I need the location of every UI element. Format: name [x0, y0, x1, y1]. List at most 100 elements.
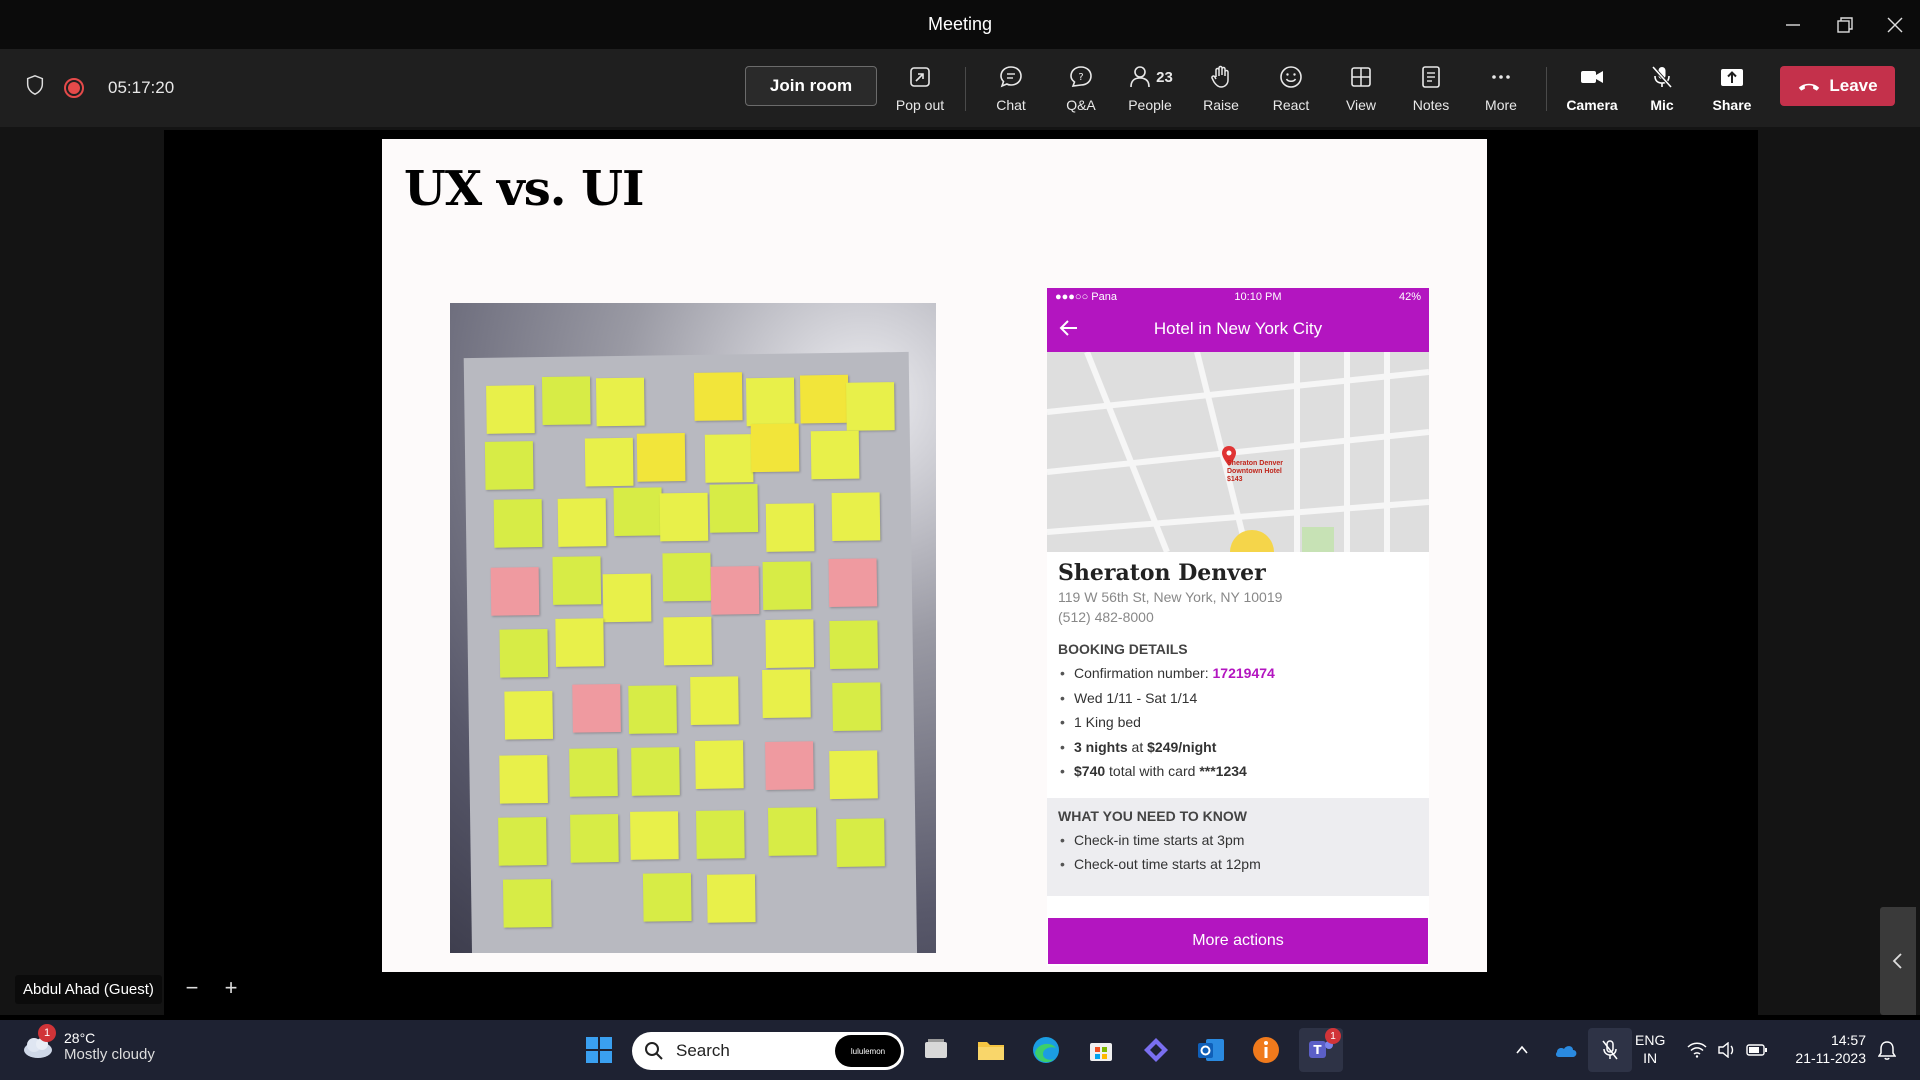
confirmation-label: Confirmation number:	[1074, 665, 1213, 681]
recording-icon	[64, 77, 84, 98]
join-room-button[interactable]: Join room	[745, 66, 877, 106]
copilot-app[interactable]	[1134, 1028, 1178, 1072]
phone-header: Hotel in New York City	[1047, 306, 1429, 352]
qa-button[interactable]: ? Q&A	[1048, 61, 1114, 117]
store-icon	[1090, 1043, 1112, 1061]
outlook-app[interactable]	[1189, 1028, 1233, 1072]
taskbar-search[interactable]: Search lululemon	[632, 1032, 904, 1070]
shared-screen: UX vs. UI ●●●○○ Pana 10:10 PM 42% Hotel …	[164, 130, 1758, 1015]
sticky-note	[765, 619, 815, 668]
sticky-note	[762, 561, 812, 610]
more-actions-button[interactable]: More actions	[1048, 918, 1428, 964]
weather-widget[interactable]: 1 28°C Mostly cloudy	[20, 1024, 155, 1064]
camera-button[interactable]: Camera	[1559, 61, 1625, 117]
svg-text:?: ?	[1078, 72, 1083, 83]
task-view-app[interactable]	[914, 1028, 958, 1072]
restore-icon	[1837, 17, 1853, 33]
sticky-note	[499, 628, 549, 678]
system-clock[interactable]: 14:57 21-11-2023	[1786, 1031, 1866, 1067]
share-label: Share	[1712, 97, 1752, 113]
people-button[interactable]: 23 People	[1117, 61, 1183, 117]
battery-icon	[1742, 1028, 1772, 1072]
sticky-note	[829, 750, 878, 800]
quick-settings[interactable]	[1682, 1028, 1772, 1072]
taskbar: 1 28°C Mostly cloudy Search lululemon T …	[0, 1020, 1920, 1080]
sticky-note	[569, 748, 618, 797]
raise-hand-icon	[1211, 65, 1229, 88]
back-arrow-icon	[1059, 320, 1077, 336]
onedrive-button[interactable]	[1544, 1028, 1588, 1072]
info-icon	[1253, 1037, 1279, 1063]
sticky-note	[499, 755, 548, 804]
hotel-phone: (512) 482-8000	[1058, 609, 1154, 625]
sticky-note	[504, 690, 554, 740]
raise-label: Raise	[1203, 97, 1239, 113]
restore-button[interactable]	[1822, 10, 1868, 40]
phone-status-bar: ●●●○○ Pana 10:10 PM 42%	[1047, 288, 1429, 306]
sticky-notes-photo	[450, 303, 936, 953]
need-to-know-section: WHAT YOU NEED TO KNOW Check-in time star…	[1047, 797, 1429, 896]
phone-carrier: ●●●○○ Pana	[1055, 291, 1117, 303]
shield-icon[interactable]	[24, 74, 46, 101]
sticky-note	[828, 558, 878, 608]
file-explorer-app[interactable]	[969, 1028, 1013, 1072]
store-app[interactable]	[1079, 1028, 1123, 1072]
show-hidden-icons-button[interactable]	[1500, 1028, 1544, 1072]
edge-app[interactable]	[1024, 1028, 1068, 1072]
share-button[interactable]: Share	[1699, 61, 1765, 117]
raise-hand-button[interactable]: Raise	[1188, 61, 1254, 117]
search-brand-logo: lululemon	[835, 1035, 901, 1067]
sticky-note	[836, 818, 885, 867]
close-window-button[interactable]	[1872, 10, 1918, 40]
camera-label: Camera	[1566, 97, 1618, 113]
leave-button[interactable]: Leave	[1780, 66, 1895, 106]
sticky-note	[799, 374, 849, 424]
more-button[interactable]: More	[1468, 61, 1534, 117]
clock-date: 21-11-2023	[1795, 1050, 1866, 1066]
meeting-stage: UX vs. UI ●●●○○ Pana 10:10 PM 42% Hotel …	[0, 127, 1920, 1015]
people-label: People	[1128, 97, 1172, 113]
info-app[interactable]	[1244, 1028, 1288, 1072]
mic-button[interactable]: Mic	[1629, 61, 1695, 117]
sticky-note	[570, 814, 619, 863]
list-item: Confirmation number: 17219474	[1058, 661, 1418, 686]
weather-condition: Mostly cloudy	[64, 1045, 155, 1063]
expand-panel-button[interactable]	[1880, 907, 1916, 1015]
sticky-note	[493, 499, 543, 548]
input-language[interactable]: ENG IN	[1635, 1031, 1665, 1067]
notes-label: Notes	[1412, 97, 1450, 113]
start-button[interactable]	[577, 1028, 621, 1072]
sticky-note	[552, 556, 602, 605]
pop-out-button[interactable]: Pop out	[887, 61, 953, 117]
hang-up-icon	[1799, 83, 1820, 91]
chevron-left-icon	[1892, 953, 1902, 969]
windows-icon	[586, 1037, 612, 1063]
chat-icon	[1000, 66, 1022, 88]
window-title: Meeting	[927, 14, 993, 34]
notes-button[interactable]: Notes	[1398, 61, 1464, 117]
list-item: Check-in time starts at 3pm	[1058, 828, 1418, 853]
list-item: 3 nights at $249/night	[1058, 735, 1418, 760]
teams-app[interactable]: T 1	[1299, 1028, 1343, 1072]
booking-details: Sheraton Denver 119 W 56th St, New York,…	[1047, 552, 1429, 784]
view-button[interactable]: View	[1328, 61, 1394, 117]
phone-battery: 42%	[1398, 291, 1421, 303]
mic-status-button[interactable]	[1588, 1028, 1632, 1072]
react-button[interactable]: React	[1258, 61, 1324, 117]
sticky-note	[663, 616, 712, 666]
meeting-status: 05:17:20	[24, 74, 174, 101]
sticky-note	[832, 682, 881, 732]
sticky-note	[659, 492, 709, 542]
minimize-button[interactable]	[1770, 10, 1816, 40]
nights-at: at	[1127, 738, 1148, 755]
edge-icon	[1033, 1037, 1059, 1063]
zoom-out-button[interactable]: −	[179, 975, 205, 1001]
notifications-button[interactable]	[1872, 1028, 1902, 1072]
mic-off-icon	[1651, 65, 1673, 89]
search-placeholder: Search	[676, 1041, 730, 1060]
zoom-in-button[interactable]: +	[218, 975, 244, 1001]
chat-button[interactable]: Chat	[978, 61, 1044, 117]
task-view-icon	[925, 1039, 947, 1058]
nights-count: 3 nights	[1074, 738, 1128, 755]
map-pin-label: Sheraton Denver Downtown Hotel $143	[1227, 460, 1284, 483]
